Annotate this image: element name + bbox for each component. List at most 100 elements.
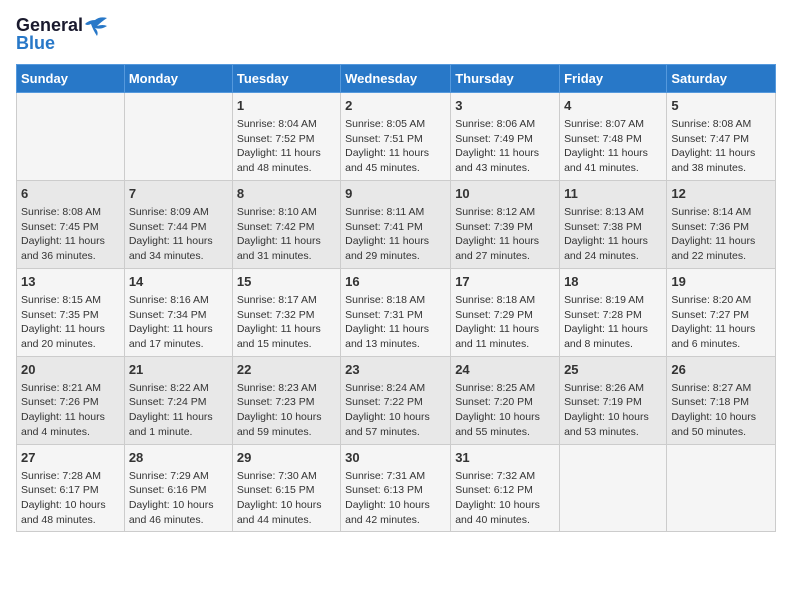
calendar-cell: 18 Sunrise: 8:19 AM Sunset: 7:28 PM Dayli…	[560, 268, 667, 356]
column-header-wednesday: Wednesday	[341, 64, 451, 92]
calendar-cell	[667, 444, 776, 532]
week-row-1: 1Sunrise: 8:04 AM Sunset: 7:52 PM Daylig…	[17, 92, 776, 180]
day-content: Sunrise: 8:08 AM Sunset: 7:47 PM Dayligh…	[671, 117, 771, 176]
calendar-cell: 11Sunrise: 8:13 AM Sunset: 7:38 PM Dayli…	[560, 180, 667, 268]
day-number: 1	[237, 97, 336, 115]
calendar-cell	[124, 92, 232, 180]
day-number: 4	[564, 97, 662, 115]
day-content: Sunrise: 7:31 AM Sunset: 6:13 PM Dayligh…	[345, 469, 446, 528]
calendar-cell: 6Sunrise: 8:08 AM Sunset: 7:45 PM Daylig…	[17, 180, 125, 268]
day-number: 18	[564, 273, 662, 291]
calendar-cell: 4 Sunrise: 8:07 AM Sunset: 7:48 PM Daylig…	[560, 92, 667, 180]
logo: General Blue	[16, 16, 107, 54]
day-content: Sunrise: 8:27 AM Sunset: 7:18 PM Dayligh…	[671, 381, 771, 440]
day-number: 26	[671, 361, 771, 379]
day-content: Sunrise: 8:23 AM Sunset: 7:23 PM Dayligh…	[237, 381, 336, 440]
day-number: 3	[455, 97, 555, 115]
calendar-cell: 20 Sunrise: 8:21 AM Sunset: 7:26 PM Dayli…	[17, 356, 125, 444]
day-content: Sunrise: 8:10 AM Sunset: 7:42 PM Dayligh…	[237, 205, 336, 264]
day-content: Sunrise: 7:32 AM Sunset: 6:12 PM Dayligh…	[455, 469, 555, 528]
day-number: 5	[671, 97, 771, 115]
calendar-cell: 1Sunrise: 8:04 AM Sunset: 7:52 PM Daylig…	[232, 92, 340, 180]
day-content: Sunrise: 8:21 AM Sunset: 7:26 PM Dayligh…	[21, 381, 120, 440]
calendar-cell: 10 Sunrise: 8:12 AM Sunset: 7:39 PM Dayli…	[451, 180, 560, 268]
day-number: 17	[455, 273, 555, 291]
calendar-cell: 30 Sunrise: 7:31 AM Sunset: 6:13 PM Dayli…	[341, 444, 451, 532]
column-header-saturday: Saturday	[667, 64, 776, 92]
calendar-cell: 12 Sunrise: 8:14 AM Sunset: 7:36 PM Dayli…	[667, 180, 776, 268]
calendar-cell	[17, 92, 125, 180]
header-row: SundayMondayTuesdayWednesdayThursdayFrid…	[17, 64, 776, 92]
calendar-cell: 7 Sunrise: 8:09 AM Sunset: 7:44 PM Daylig…	[124, 180, 232, 268]
day-content: Sunrise: 8:14 AM Sunset: 7:36 PM Dayligh…	[671, 205, 771, 264]
day-content: Sunrise: 8:24 AM Sunset: 7:22 PM Dayligh…	[345, 381, 446, 440]
calendar-cell: 2Sunrise: 8:05 AM Sunset: 7:51 PM Daylig…	[341, 92, 451, 180]
calendar-cell: 27 Sunrise: 7:28 AM Sunset: 6:17 PM Dayli…	[17, 444, 125, 532]
day-number: 15	[237, 273, 336, 291]
column-header-thursday: Thursday	[451, 64, 560, 92]
week-row-2: 6Sunrise: 8:08 AM Sunset: 7:45 PM Daylig…	[17, 180, 776, 268]
day-number: 19	[671, 273, 771, 291]
day-content: Sunrise: 8:09 AM Sunset: 7:44 PM Dayligh…	[129, 205, 228, 264]
calendar-cell: 8 Sunrise: 8:10 AM Sunset: 7:42 PM Daylig…	[232, 180, 340, 268]
calendar-cell: 5 Sunrise: 8:08 AM Sunset: 7:47 PM Daylig…	[667, 92, 776, 180]
day-number: 21	[129, 361, 228, 379]
day-number: 25	[564, 361, 662, 379]
day-content: Sunrise: 8:06 AM Sunset: 7:49 PM Dayligh…	[455, 117, 555, 176]
calendar-cell: 22Sunrise: 8:23 AM Sunset: 7:23 PM Dayli…	[232, 356, 340, 444]
day-content: Sunrise: 8:07 AM Sunset: 7:48 PM Dayligh…	[564, 117, 662, 176]
week-row-4: 20 Sunrise: 8:21 AM Sunset: 7:26 PM Dayli…	[17, 356, 776, 444]
calendar-cell: 16 Sunrise: 8:18 AM Sunset: 7:31 PM Dayli…	[341, 268, 451, 356]
day-number: 24	[455, 361, 555, 379]
day-number: 28	[129, 449, 228, 467]
calendar-cell: 13 Sunrise: 8:15 AM Sunset: 7:35 PM Dayli…	[17, 268, 125, 356]
column-header-tuesday: Tuesday	[232, 64, 340, 92]
day-content: Sunrise: 8:15 AM Sunset: 7:35 PM Dayligh…	[21, 293, 120, 352]
calendar-cell: 21 Sunrise: 8:22 AM Sunset: 7:24 PM Dayli…	[124, 356, 232, 444]
day-number: 16	[345, 273, 446, 291]
day-number: 2	[345, 97, 446, 115]
column-header-friday: Friday	[560, 64, 667, 92]
calendar-cell: 15 Sunrise: 8:17 AM Sunset: 7:32 PM Dayli…	[232, 268, 340, 356]
day-number: 13	[21, 273, 120, 291]
day-content: Sunrise: 8:20 AM Sunset: 7:27 PM Dayligh…	[671, 293, 771, 352]
calendar-cell: 9Sunrise: 8:11 AM Sunset: 7:41 PM Daylig…	[341, 180, 451, 268]
calendar-cell: 24 Sunrise: 8:25 AM Sunset: 7:20 PM Dayli…	[451, 356, 560, 444]
column-header-sunday: Sunday	[17, 64, 125, 92]
day-number: 9	[345, 185, 446, 203]
calendar-cell: 29 Sunrise: 7:30 AM Sunset: 6:15 PM Dayli…	[232, 444, 340, 532]
day-number: 14	[129, 273, 228, 291]
day-content: Sunrise: 8:17 AM Sunset: 7:32 PM Dayligh…	[237, 293, 336, 352]
week-row-3: 13 Sunrise: 8:15 AM Sunset: 7:35 PM Dayli…	[17, 268, 776, 356]
day-number: 12	[671, 185, 771, 203]
day-number: 20	[21, 361, 120, 379]
day-content: Sunrise: 8:22 AM Sunset: 7:24 PM Dayligh…	[129, 381, 228, 440]
calendar-cell: 17Sunrise: 8:18 AM Sunset: 7:29 PM Dayli…	[451, 268, 560, 356]
day-number: 23	[345, 361, 446, 379]
day-number: 6	[21, 185, 120, 203]
day-number: 10	[455, 185, 555, 203]
day-content: Sunrise: 8:18 AM Sunset: 7:31 PM Dayligh…	[345, 293, 446, 352]
day-content: Sunrise: 7:28 AM Sunset: 6:17 PM Dayligh…	[21, 469, 120, 528]
calendar-cell: 23 Sunrise: 8:24 AM Sunset: 7:22 PM Dayli…	[341, 356, 451, 444]
day-content: Sunrise: 8:13 AM Sunset: 7:38 PM Dayligh…	[564, 205, 662, 264]
day-content: Sunrise: 7:29 AM Sunset: 6:16 PM Dayligh…	[129, 469, 228, 528]
calendar-cell: 31 Sunrise: 7:32 AM Sunset: 6:12 PM Dayli…	[451, 444, 560, 532]
day-number: 31	[455, 449, 555, 467]
day-number: 27	[21, 449, 120, 467]
day-content: Sunrise: 7:30 AM Sunset: 6:15 PM Dayligh…	[237, 469, 336, 528]
day-number: 8	[237, 185, 336, 203]
day-content: Sunrise: 8:26 AM Sunset: 7:19 PM Dayligh…	[564, 381, 662, 440]
day-content: Sunrise: 8:16 AM Sunset: 7:34 PM Dayligh…	[129, 293, 228, 352]
day-content: Sunrise: 8:19 AM Sunset: 7:28 PM Dayligh…	[564, 293, 662, 352]
logo-bird-icon	[85, 16, 107, 36]
calendar-cell: 25 Sunrise: 8:26 AM Sunset: 7:19 PM Dayli…	[560, 356, 667, 444]
day-number: 30	[345, 449, 446, 467]
column-header-monday: Monday	[124, 64, 232, 92]
day-number: 29	[237, 449, 336, 467]
calendar-table: SundayMondayTuesdayWednesdayThursdayFrid…	[16, 64, 776, 533]
day-number: 7	[129, 185, 228, 203]
day-content: Sunrise: 8:12 AM Sunset: 7:39 PM Dayligh…	[455, 205, 555, 264]
calendar-cell	[560, 444, 667, 532]
day-content: Sunrise: 8:25 AM Sunset: 7:20 PM Dayligh…	[455, 381, 555, 440]
